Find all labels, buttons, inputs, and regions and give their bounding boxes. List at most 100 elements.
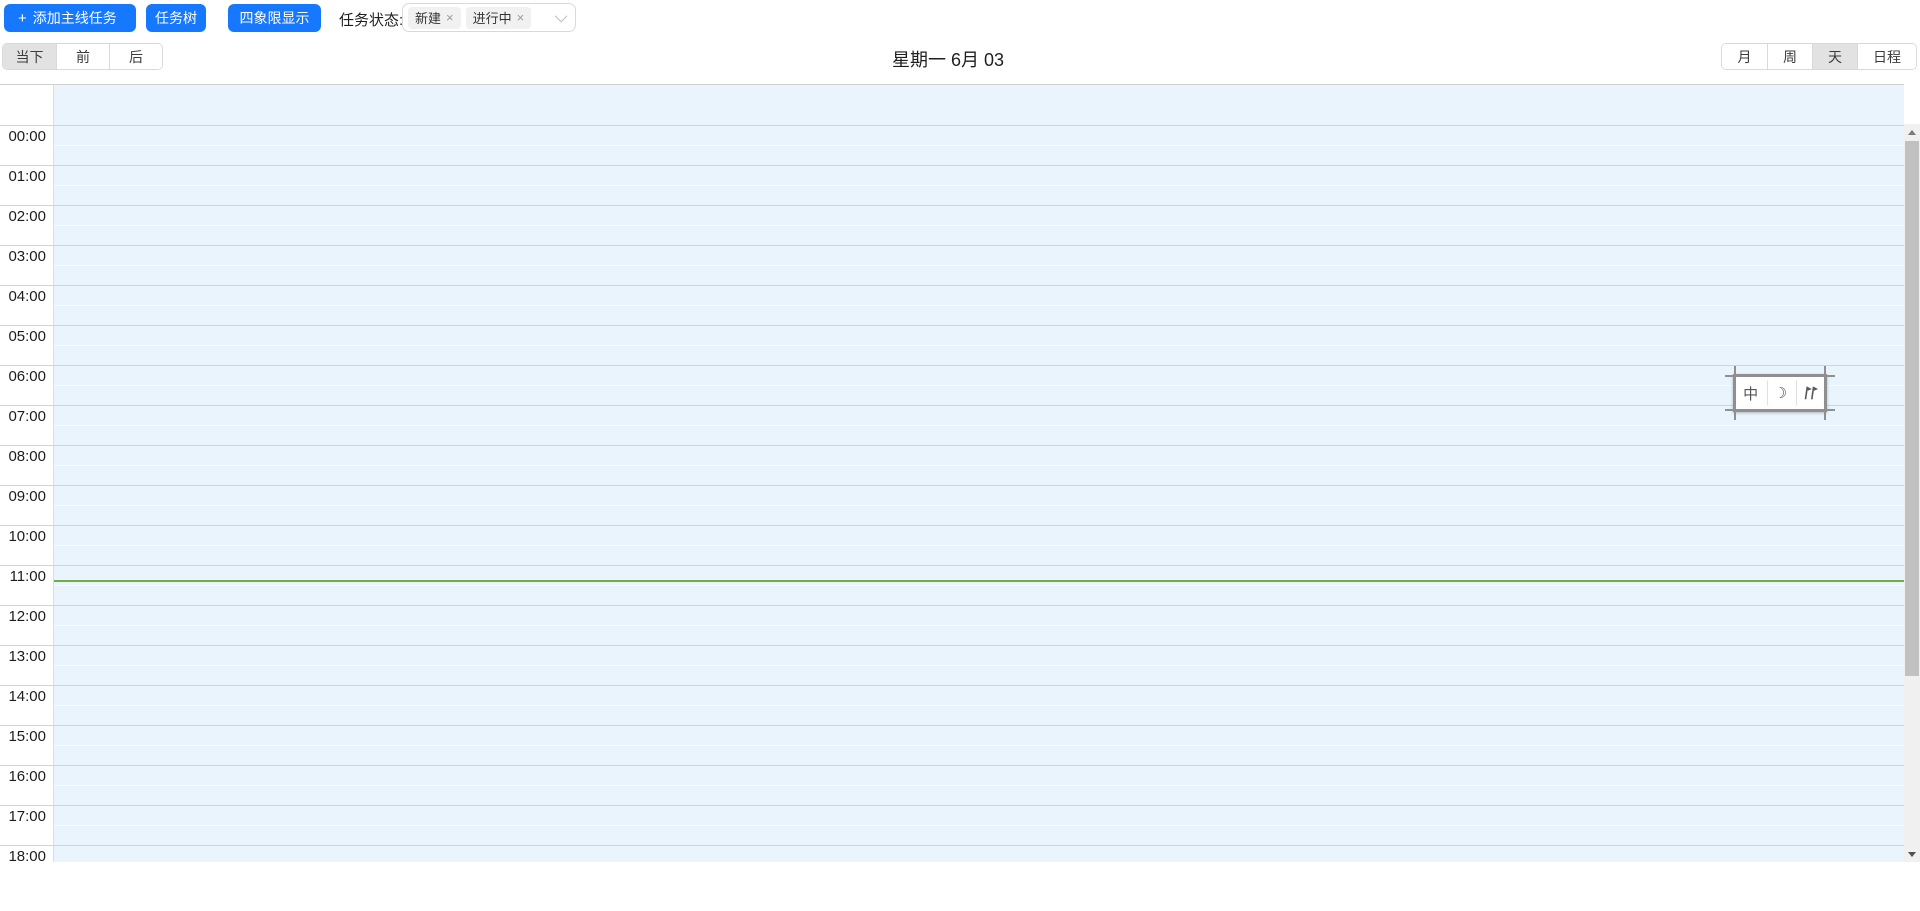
half-hour-line — [54, 505, 1904, 506]
view-day-button[interactable]: 天 — [1812, 44, 1857, 69]
time-cell[interactable] — [54, 806, 1904, 845]
time-cell[interactable] — [54, 646, 1904, 685]
time-label: 16:00 — [0, 766, 54, 805]
scrollbar-thumb[interactable] — [1905, 141, 1919, 676]
quadrant-display-button[interactable]: 四象限显示 — [228, 4, 321, 32]
time-row: 13:00 — [0, 645, 1904, 685]
task-tree-button[interactable]: 任务树 — [146, 4, 206, 32]
time-cell[interactable] — [54, 286, 1904, 325]
time-cell[interactable] — [54, 246, 1904, 285]
time-row: 09:00 — [0, 485, 1904, 525]
all-day-row — [0, 85, 1904, 125]
time-cell[interactable] — [54, 206, 1904, 245]
half-hour-line — [54, 785, 1904, 786]
calendar-header: 星期一 6月 03 当下 前 后 月 周 天 日程 — [0, 36, 1920, 78]
view-month-button[interactable]: 月 — [1722, 44, 1767, 69]
time-label: 14:00 — [0, 686, 54, 725]
time-row: 18:00 — [0, 845, 1904, 862]
ime-switch-icon[interactable] — [1796, 380, 1823, 406]
time-row: 16:00 — [0, 765, 1904, 805]
time-row: 17:00 — [0, 805, 1904, 845]
half-hour-line — [54, 185, 1904, 186]
time-cell[interactable] — [54, 166, 1904, 205]
task-status-label: 任务状态: — [339, 12, 404, 29]
ime-toolbar: 中 ☽ — [1725, 366, 1835, 420]
time-row: 01:00 — [0, 165, 1904, 205]
time-grid: 00:00 01:00 02:00 03:00 04:00 05:00 06:00 07:00… — [0, 125, 1904, 862]
time-cell[interactable] — [54, 486, 1904, 525]
scroll-down-arrow[interactable] — [1904, 846, 1920, 862]
add-main-task-label: 添加主线任务 — [32, 10, 117, 26]
time-label: 01:00 — [0, 166, 54, 205]
add-main-task-button[interactable]: + 添加主线任务 — [4, 4, 136, 32]
time-cell[interactable] — [54, 726, 1904, 765]
time-label: 18:00 — [0, 846, 54, 862]
quadrant-label: 四象限显示 — [239, 10, 310, 26]
date-title: 星期一 6月 03 — [891, 50, 1005, 70]
half-hour-line — [54, 465, 1904, 466]
time-cell[interactable] — [54, 846, 1904, 862]
status-tag-new-label: 新建 — [415, 11, 442, 26]
today-button[interactable]: 当下 — [3, 44, 56, 69]
time-cell[interactable] — [54, 766, 1904, 805]
time-label: 04:00 — [0, 286, 54, 325]
all-day-cell[interactable] — [54, 85, 1904, 125]
time-label: 02:00 — [0, 206, 54, 245]
time-cell[interactable] — [54, 126, 1904, 165]
time-label: 17:00 — [0, 806, 54, 845]
triangle-up-icon — [1908, 129, 1916, 135]
time-label: 06:00 — [0, 366, 54, 405]
time-row: 15:00 — [0, 725, 1904, 765]
status-tag-new: 新建 × — [408, 6, 461, 29]
view-switcher: 月 周 天 日程 — [1721, 43, 1917, 70]
remove-tag-new-icon[interactable]: × — [446, 11, 454, 24]
view-schedule-button[interactable]: 日程 — [1857, 44, 1916, 69]
task-status-select[interactable]: 新建 × 进行中 × — [402, 3, 576, 32]
chevron-down-icon — [554, 9, 568, 23]
half-hour-line — [54, 265, 1904, 266]
time-cell[interactable] — [54, 366, 1904, 405]
view-week-button[interactable]: 周 — [1767, 44, 1812, 69]
half-hour-line — [54, 345, 1904, 346]
time-row: 03:00 — [0, 245, 1904, 285]
all-day-gutter — [0, 85, 54, 125]
time-label: 03:00 — [0, 246, 54, 285]
ime-switch-glyph — [1804, 386, 1818, 400]
time-label: 07:00 — [0, 406, 54, 445]
time-cell[interactable] — [54, 446, 1904, 485]
time-cell[interactable] — [54, 566, 1904, 605]
time-cell[interactable] — [54, 526, 1904, 565]
half-hour-line — [54, 385, 1904, 386]
prev-button[interactable]: 前 — [56, 44, 109, 69]
next-button[interactable]: 后 — [109, 44, 162, 69]
ime-fullwidth-moon-icon[interactable]: ☽ — [1766, 380, 1793, 406]
current-time-indicator — [54, 580, 1904, 582]
time-label: 00:00 — [0, 126, 54, 165]
status-tag-inprogress: 进行中 × — [465, 6, 532, 29]
time-row: 04:00 — [0, 285, 1904, 325]
time-row: 12:00 — [0, 605, 1904, 645]
half-hour-line — [54, 225, 1904, 226]
half-hour-line — [54, 745, 1904, 746]
top-toolbar: + 添加主线任务 任务树 四象限显示 任务状态: 新建 × 进行中 × — [0, 0, 1920, 36]
half-hour-line — [54, 625, 1904, 626]
scroll-up-arrow[interactable] — [1904, 124, 1920, 140]
time-label: 08:00 — [0, 446, 54, 485]
remove-tag-inprogress-icon[interactable]: × — [517, 11, 525, 24]
time-label: 12:00 — [0, 606, 54, 645]
time-cell[interactable] — [54, 406, 1904, 445]
time-cell[interactable] — [54, 606, 1904, 645]
vertical-scrollbar[interactable] — [1904, 124, 1920, 862]
time-cell[interactable] — [54, 686, 1904, 725]
nav-button-group: 当下 前 后 — [2, 43, 163, 70]
half-hour-line — [54, 825, 1904, 826]
half-hour-line — [54, 145, 1904, 146]
time-row: 10:00 — [0, 525, 1904, 565]
time-label: 10:00 — [0, 526, 54, 565]
plus-icon: + — [18, 9, 27, 27]
time-cell[interactable] — [54, 326, 1904, 365]
half-hour-line — [54, 545, 1904, 546]
ime-language-mode-button[interactable]: 中 — [1737, 380, 1764, 406]
time-row: 08:00 — [0, 445, 1904, 485]
time-label: 05:00 — [0, 326, 54, 365]
